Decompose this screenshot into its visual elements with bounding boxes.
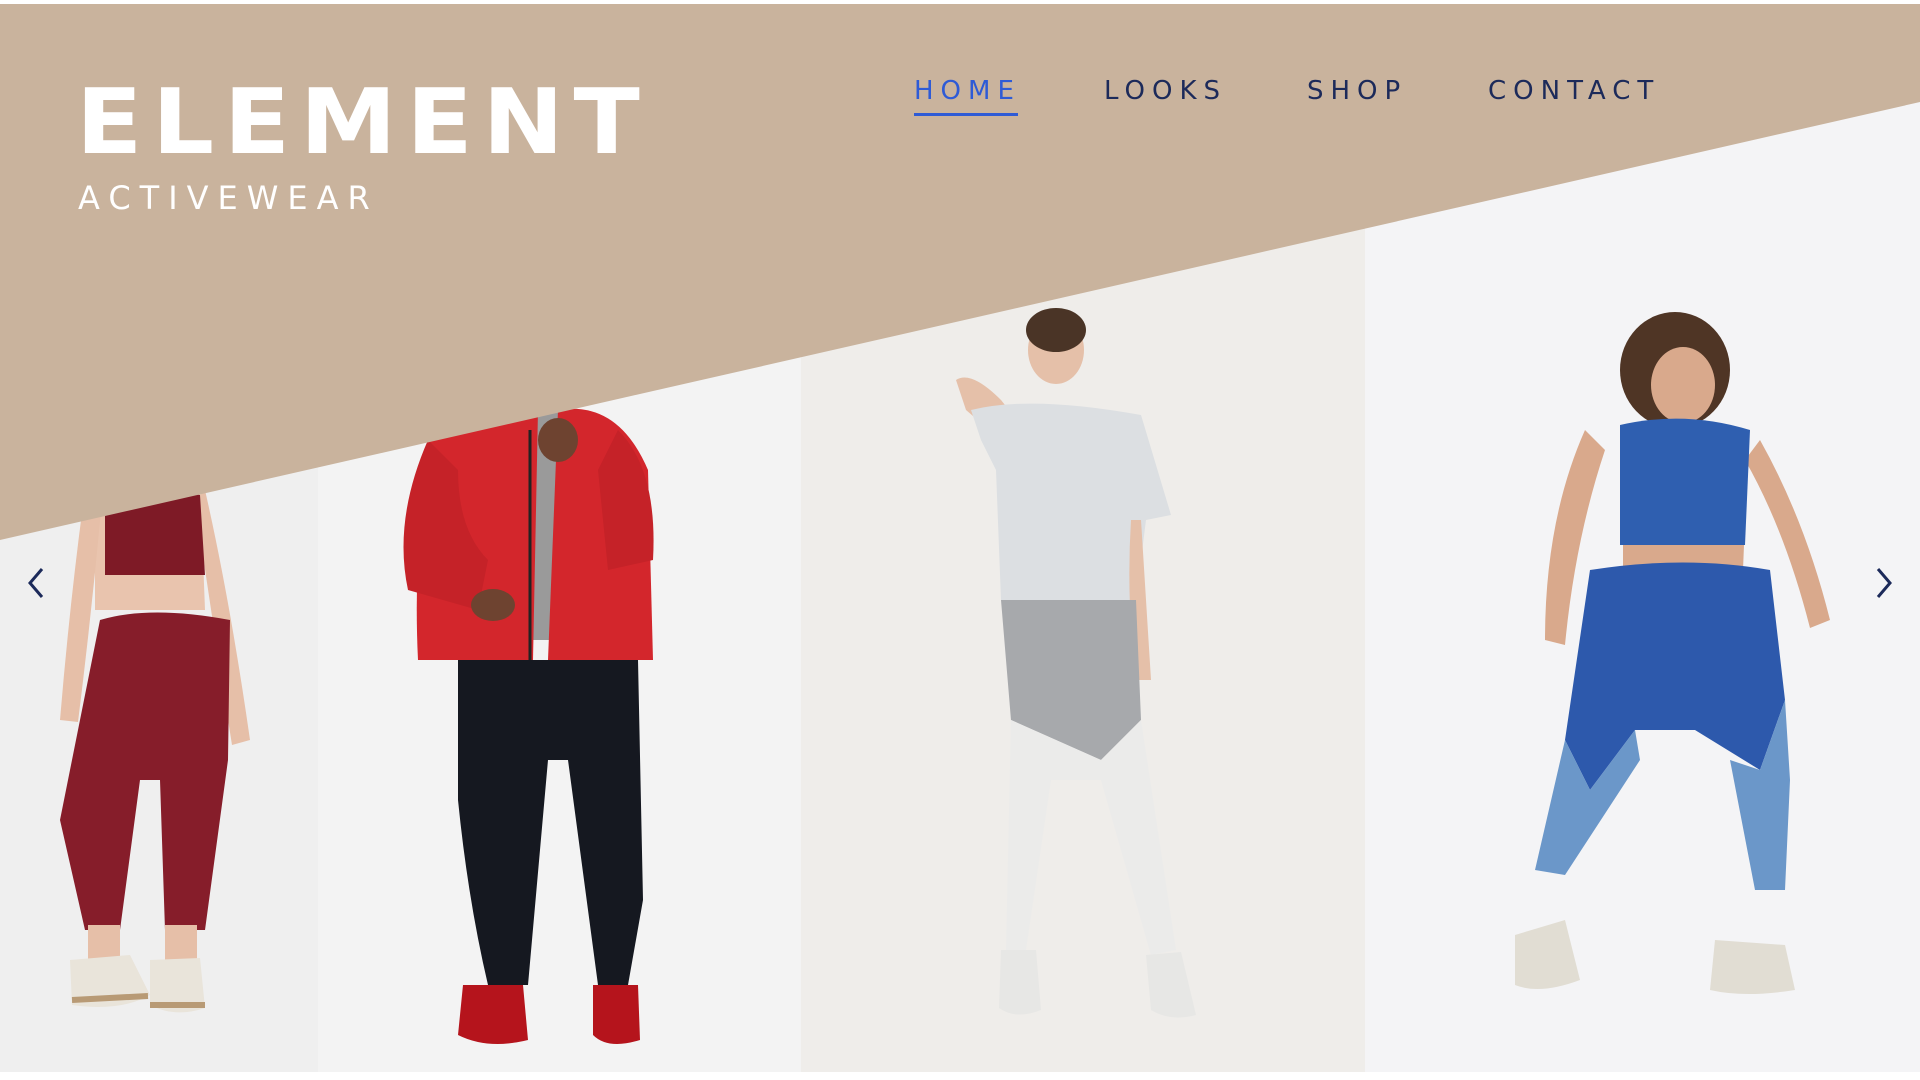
- main-nav: HOME LOOKS SHOP CONTACT: [0, 76, 1920, 126]
- carousel-next-button[interactable]: [1868, 563, 1898, 603]
- chevron-left-icon: [28, 568, 44, 598]
- top-edge: [0, 0, 1920, 4]
- page: ELEMENT ACTIVEWEAR HOME LOOKS SHOP CONTA…: [0, 0, 1920, 1080]
- product-photo-grey-set[interactable]: [801, 0, 1365, 1075]
- brand-tagline: ACTIVEWEAR: [78, 179, 379, 217]
- carousel-prev-button[interactable]: [22, 563, 52, 603]
- nav-active-underline: [914, 113, 1018, 116]
- nav-item-contact[interactable]: CONTACT: [1488, 76, 1660, 106]
- bottom-strip: [0, 1072, 1920, 1080]
- nav-item-looks[interactable]: LOOKS: [1104, 76, 1227, 106]
- nav-item-home[interactable]: HOME: [914, 76, 1021, 106]
- product-photo-blue-set[interactable]: [1365, 0, 1920, 1075]
- nav-item-shop[interactable]: SHOP: [1307, 76, 1407, 106]
- chevron-right-icon: [1876, 568, 1892, 598]
